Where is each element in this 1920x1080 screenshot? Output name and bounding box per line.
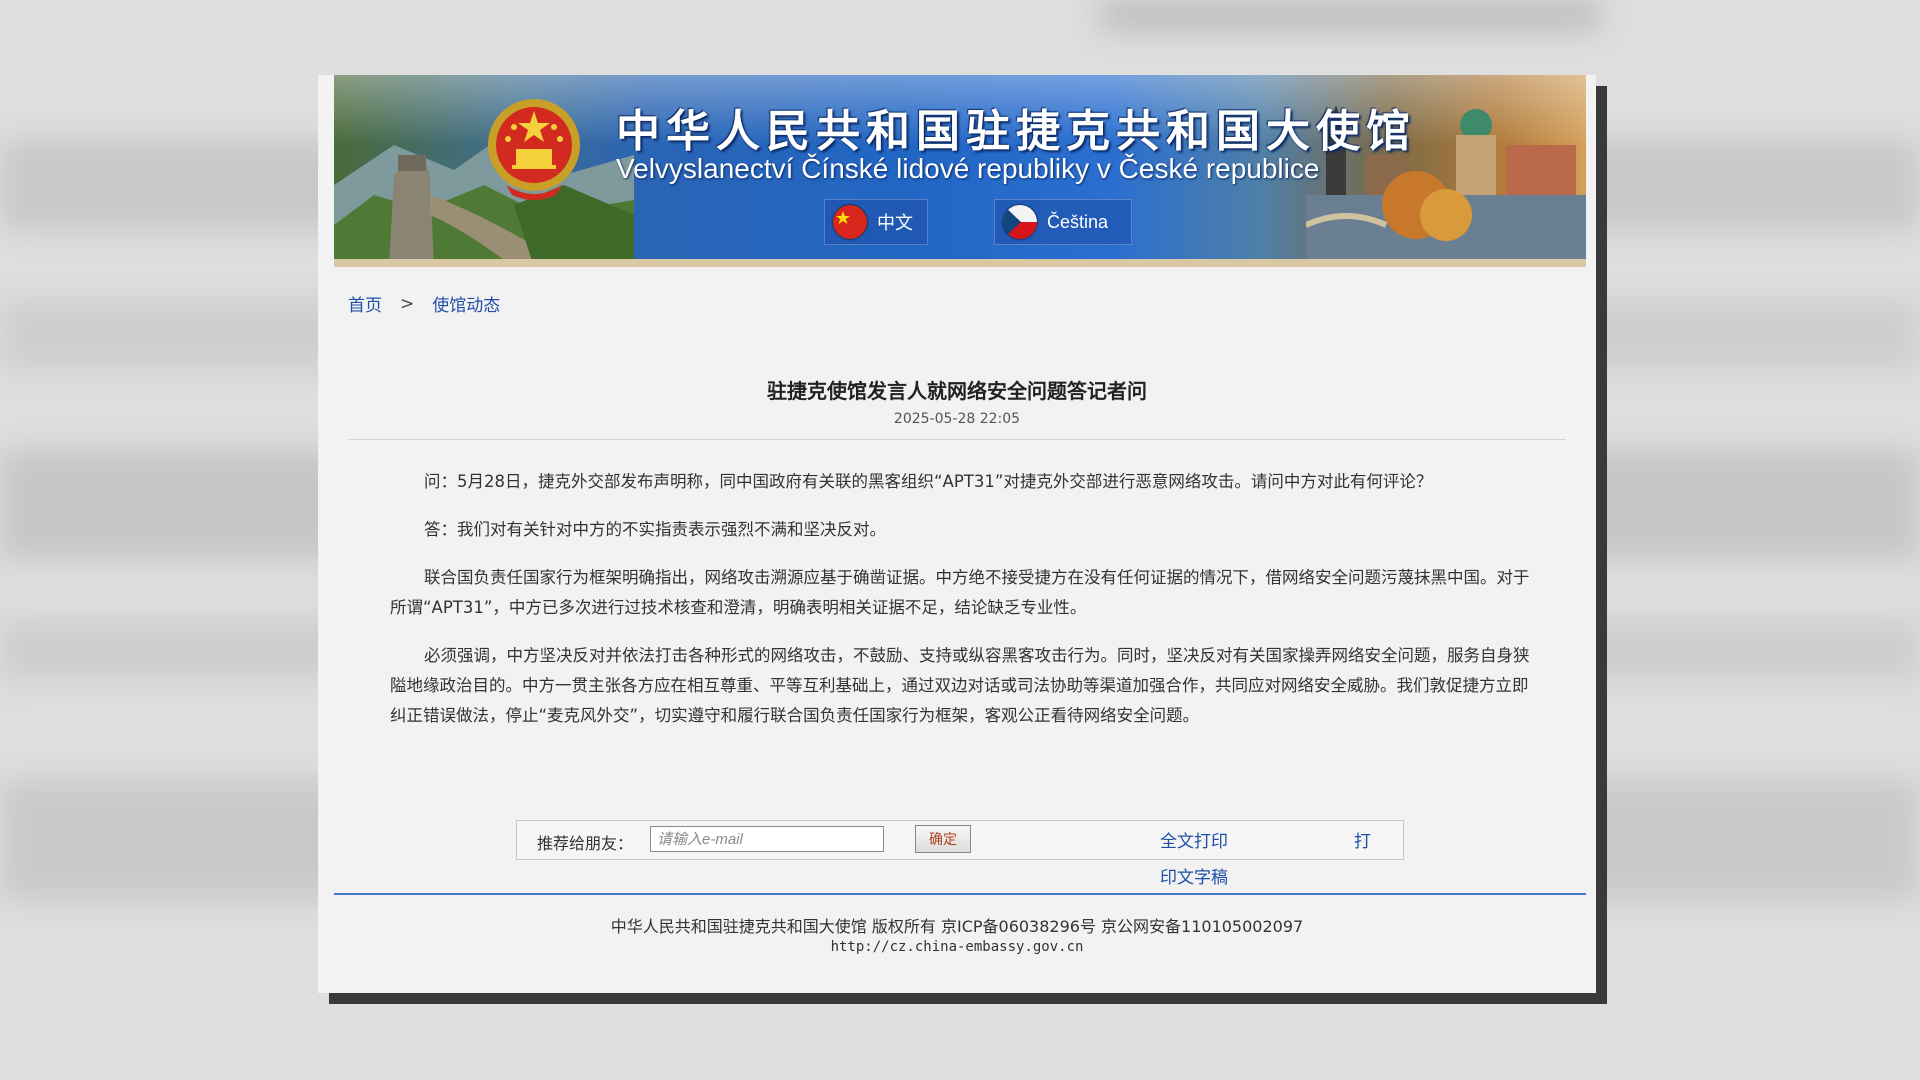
email-input[interactable]: [650, 826, 884, 852]
breadcrumb-section-link[interactable]: 使馆动态: [432, 291, 500, 316]
language-chinese-button[interactable]: 中文: [824, 199, 928, 245]
china-flag-icon: [833, 205, 867, 239]
embassy-title-czech: Velvyslanectví Čínské lidové republiky v…: [616, 153, 1320, 184]
article-paragraph: 问：5月28日，捷克外交部发布声明称，同中国政府有关联的黑客组织“APT31”对…: [424, 472, 1433, 491]
recommend-bar: 推荐给朋友： 确定: [516, 820, 1404, 860]
confirm-button[interactable]: 确定: [915, 825, 971, 853]
recommend-label: 推荐给朋友：: [537, 834, 634, 853]
embassy-title-chinese: 中华人民共和国驻捷克共和国大使馆: [616, 106, 1416, 157]
print-full-text-link[interactable]: 全文打印: [1160, 827, 1228, 852]
article-paragraph: 联合国负责任国家行为框架明确指出，网络攻击溯源应基于确凿证据。中方绝不接受捷方在…: [390, 568, 1530, 617]
web-page: 中华人民共和国驻捷克共和国大使馆 Velvyslanectví Čínské l…: [318, 75, 1596, 993]
czech-flag-icon: [1003, 205, 1037, 239]
footer-copyright: 中华人民共和国驻捷克共和国大使馆 版权所有 京ICP备06038296号 京公网…: [610, 917, 1304, 936]
breadcrumb: 首页 > 使馆动态: [348, 291, 500, 317]
footer-url: http://cz.china-embassy.gov.cn: [830, 939, 1084, 955]
language-czech-button[interactable]: Čeština: [994, 199, 1132, 245]
article-paragraph: 答：我们对有关针对中方的不实指责表示强烈不满和坚决反对。: [424, 520, 886, 539]
embassy-banner: 中华人民共和国驻捷克共和国大使馆 Velvyslanectví Čínské l…: [334, 75, 1586, 267]
background-blur: [1100, 0, 1600, 30]
print-draft-link[interactable]: 印文字稿: [1160, 863, 1228, 888]
breadcrumb-separator: >: [400, 293, 415, 314]
banner-bottom-strip: [334, 259, 1586, 267]
article-title: 驻捷克使馆发言人就网络安全问题答记者问: [767, 379, 1147, 403]
article-paragraph: 必须强调，中方坚决反对并依法打击各种形式的网络攻击，不鼓励、支持或纵容黑客攻击行…: [390, 646, 1530, 725]
language-czech-label: Čeština: [1047, 211, 1109, 232]
language-chinese-label: 中文: [877, 213, 913, 233]
article-date: 2025-05-28 22:05: [893, 411, 1021, 427]
national-emblem-icon: [488, 99, 580, 200]
breadcrumb-home-link[interactable]: 首页: [348, 291, 382, 316]
article-body: 问：5月28日，捷克外交部发布声明称，同中国政府有关联的黑客组织“APT31”对…: [390, 467, 1540, 749]
title-divider: [348, 439, 1566, 440]
footer-divider: [334, 893, 1586, 895]
print-link[interactable]: 打: [1354, 827, 1371, 852]
